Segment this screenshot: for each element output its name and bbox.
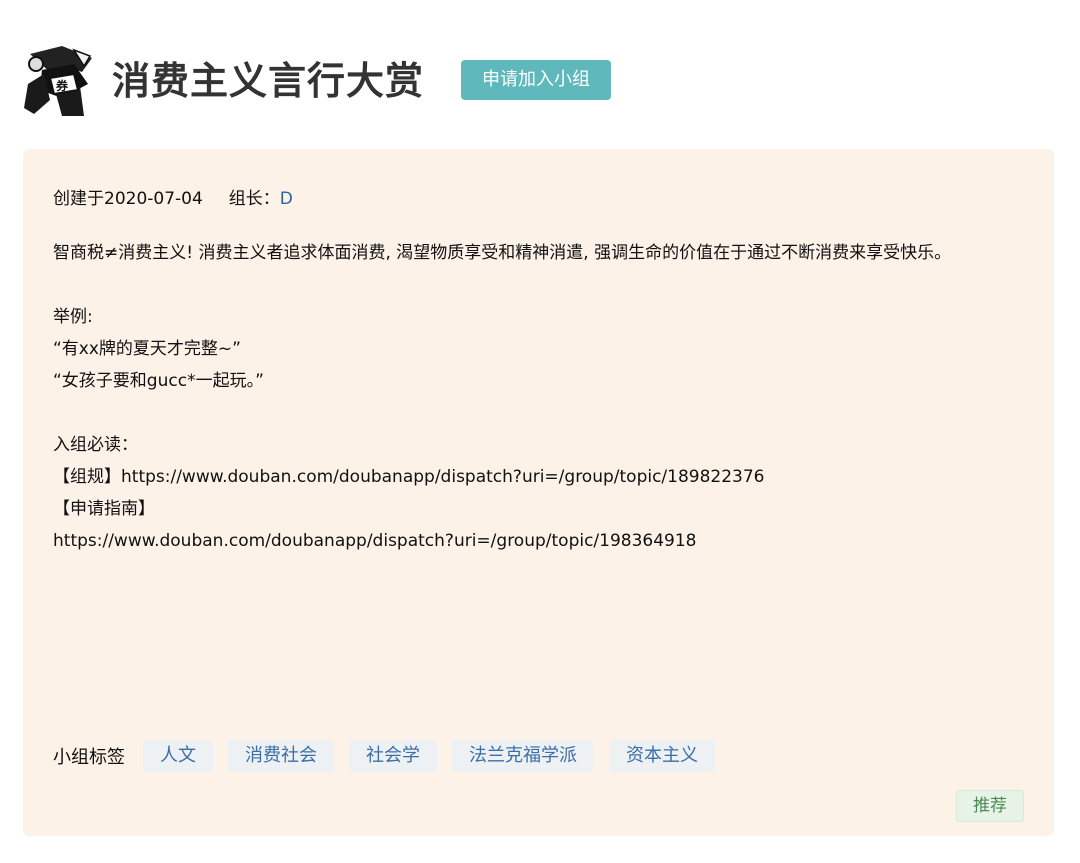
group-info-panel: 创建于2020-07-04 组长：D 智商税≠消费主义! 消费主义者追求体面消费,… xyxy=(23,149,1054,836)
description-line: 【组规】https://www.douban.com/doubanapp/dis… xyxy=(53,467,765,487)
join-group-button[interactable]: 申请加入小组 xyxy=(461,60,611,100)
created-date: 创建于2020-07-04 xyxy=(53,189,203,209)
description-line: 智商税≠消费主义! 消费主义者追求体面消费, 渴望物质享受和精神消遣, 强调生命… xyxy=(53,243,952,263)
group-meta: 创建于2020-07-04 组长：D xyxy=(53,187,293,211)
description-line: “女孩子要和gucc*一起玩。” xyxy=(53,371,264,391)
tag-consumer-society[interactable]: 消费社会 xyxy=(228,740,334,772)
description-line: 入组必读： xyxy=(53,435,138,455)
owner-label: 组长： xyxy=(228,189,280,209)
group-title: 消费主义言行大赏 xyxy=(112,59,425,103)
tag-sociology[interactable]: 社会学 xyxy=(349,740,437,772)
owner-link[interactable]: D xyxy=(280,189,293,209)
description-line: https://www.douban.com/doubanapp/dispatc… xyxy=(53,531,697,551)
group-description: 智商税≠消费主义! 消费主义者追求体面消费, 渴望物质享受和精神消遣, 强调生命… xyxy=(53,237,1028,557)
svg-text:券: 券 xyxy=(55,78,69,93)
recommend-button[interactable]: 推荐 xyxy=(956,790,1024,822)
group-avatar-icon[interactable]: 券 xyxy=(22,44,98,118)
group-tags: 小组标签 人文 消费社会 社会学 法兰克福学派 资本主义 xyxy=(53,739,730,773)
description-line: 【申请指南】 xyxy=(53,499,155,519)
tag-humanities[interactable]: 人文 xyxy=(143,740,213,772)
group-header: 券 消费主义言行大赏 申请加入小组 xyxy=(22,44,1062,118)
tag-frankfurt-school[interactable]: 法兰克福学派 xyxy=(452,740,594,772)
tags-label: 小组标签 xyxy=(53,747,125,768)
description-line: “有xx牌的夏天才完整~” xyxy=(53,339,241,359)
tag-capitalism[interactable]: 资本主义 xyxy=(609,740,715,772)
description-line: 举例: xyxy=(53,307,93,327)
